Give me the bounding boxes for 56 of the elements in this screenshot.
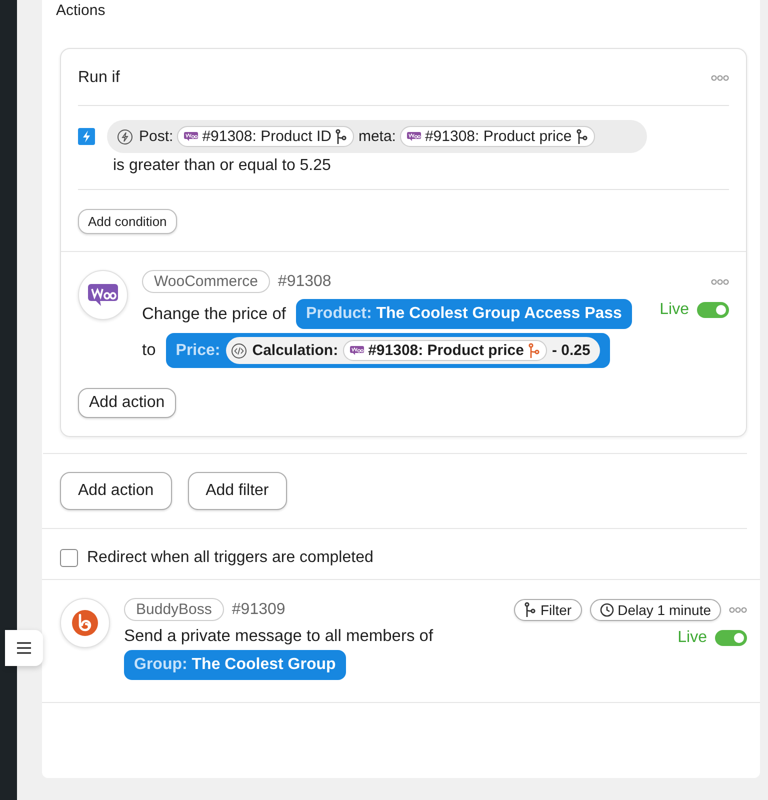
lightning-icon [78, 128, 95, 145]
filter-button[interactable]: Filter [514, 598, 582, 620]
token-pill[interactable]: #91308: Product ID [177, 126, 354, 147]
calculation-pill[interactable]: Calculation: #91308: Product price - 0.25 [226, 337, 600, 364]
calculation-suffix: - 0.25 [552, 342, 590, 359]
action-sentence: to [142, 341, 156, 360]
redirect-label: Redirect when all triggers are completed [87, 549, 374, 567]
field-token[interactable]: Price: Calculation: #91308: Product price - 0.25 [166, 333, 610, 368]
more-options-icon[interactable] [711, 278, 729, 284]
more-options-icon[interactable] [711, 75, 729, 81]
action-id: #91308 [278, 272, 332, 290]
condition-comparison: is greater than or equal to 5.25 [113, 157, 332, 175]
branch-icon [528, 342, 540, 358]
token-label: #91308: Product ID [202, 128, 332, 145]
condition-text: Post: [139, 128, 174, 145]
action-sentence: Change the price of [142, 304, 286, 324]
token-pill[interactable]: #91308: Product price [343, 340, 547, 361]
calculation-label: Calculation: [252, 342, 338, 359]
woo-icon [406, 132, 421, 141]
field-token[interactable]: Group: The Coolest Group [124, 650, 346, 680]
branch-icon [335, 128, 348, 144]
section-title: Actions [56, 2, 106, 20]
field-label: Price: [176, 342, 220, 360]
live-toggle[interactable] [715, 630, 747, 646]
token-label: #91308: Product price [368, 342, 524, 359]
field-token[interactable]: Product: The Coolest Group Access Pass [296, 299, 632, 329]
branch-icon [576, 128, 588, 144]
token-label: #91308: Product price [424, 128, 572, 145]
condition-pill[interactable]: Post: #91308: Product ID meta: #91308: Product price [107, 120, 647, 153]
add-action-button[interactable]: Add action [78, 388, 176, 418]
condition-text: meta: [358, 128, 396, 145]
woo-logo-icon [88, 284, 118, 306]
run-if-title: Run if [78, 69, 120, 87]
live-toggle[interactable] [697, 302, 729, 318]
action-id: #91309 [232, 600, 286, 618]
integration-tag: BuddyBoss [124, 598, 224, 621]
add-condition-button[interactable]: Add condition [78, 209, 177, 234]
code-icon [231, 342, 248, 358]
trigger-icon [117, 128, 133, 144]
live-label: Live [660, 301, 689, 319]
delay-button[interactable]: Delay 1 minute [590, 598, 721, 620]
token-pill[interactable]: #91308: Product price [400, 126, 595, 147]
action-sentence: Send a private message to all members of [124, 627, 434, 646]
branch-icon [524, 602, 536, 618]
menu-button[interactable] [5, 630, 43, 666]
redirect-checkbox[interactable] [60, 549, 78, 567]
integration-tag: WooCommerce [142, 270, 270, 293]
woo-icon [350, 346, 364, 355]
live-label: Live [678, 629, 707, 647]
menu-icon [17, 642, 31, 654]
footer-button[interactable]: Add action [60, 472, 172, 510]
buddyboss-logo-icon [71, 609, 99, 637]
woo-icon [184, 132, 198, 141]
footer-button[interactable]: Add filter [188, 472, 287, 510]
more-options-icon[interactable] [729, 606, 747, 612]
clock-icon [600, 602, 614, 616]
